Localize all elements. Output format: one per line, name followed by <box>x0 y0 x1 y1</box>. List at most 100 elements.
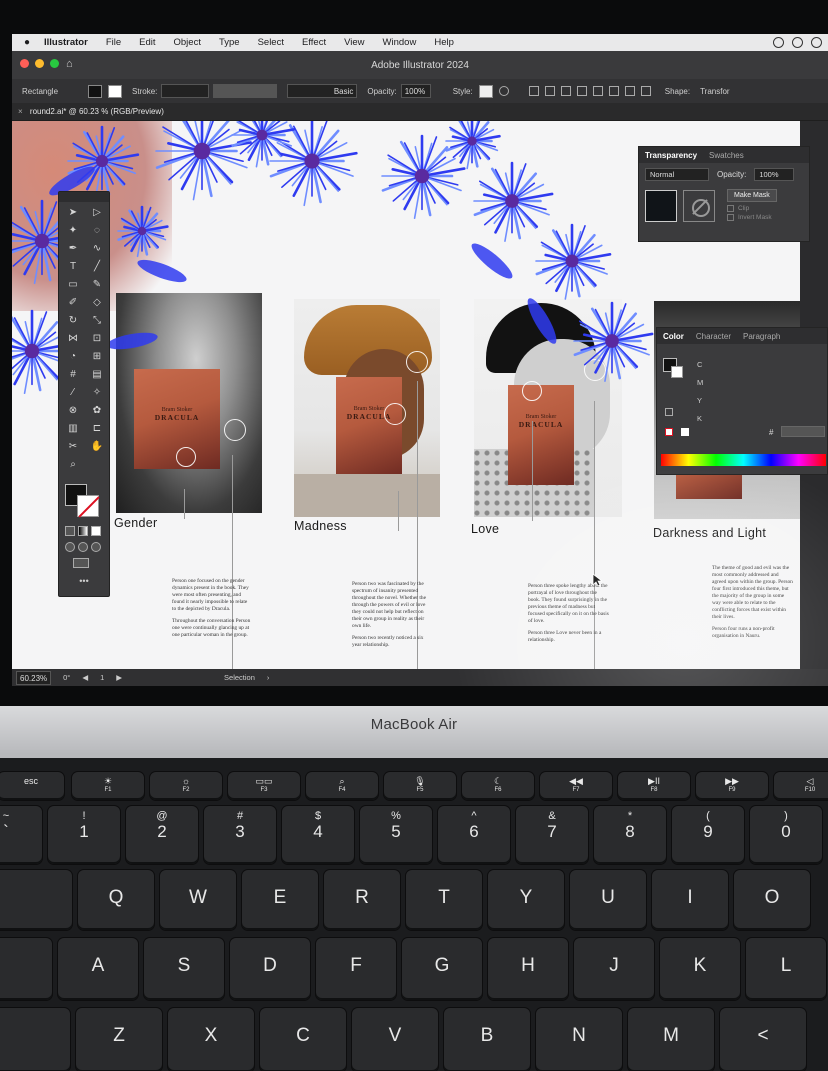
selection-tool-icon[interactable]: ➤ <box>63 205 83 221</box>
key-number-8[interactable]: * 8 <box>594 806 666 864</box>
key-caps-lock[interactable] <box>0 938 52 1000</box>
make-mask-button[interactable]: Make Mask <box>727 189 777 202</box>
align-center-icon[interactable] <box>560 86 571 96</box>
tab-character[interactable]: Character <box>696 332 731 341</box>
key-letter-g[interactable]: G <box>402 938 482 1000</box>
artboard-next-icon[interactable]: ▶ <box>116 673 122 682</box>
key-fn-7[interactable]: ◀◀ F7 <box>540 772 612 800</box>
key-letter-l[interactable]: L <box>746 938 826 1000</box>
column-graph-tool-icon[interactable]: ▥ <box>63 421 83 437</box>
menu-view[interactable]: View <box>335 37 373 48</box>
align-left-icon[interactable] <box>544 86 555 96</box>
tab-swatches[interactable]: Swatches <box>709 151 744 160</box>
lasso-tool-icon[interactable]: ◌ <box>87 223 107 239</box>
key-fn-4[interactable]: ⌕ F4 <box>306 772 378 800</box>
key-number-5[interactable]: % 5 <box>360 806 432 864</box>
status-menu-icon[interactable]: › <box>267 673 270 682</box>
key-number-4[interactable]: $4 <box>282 806 354 864</box>
draw-inside-icon[interactable] <box>91 542 101 552</box>
align-right-icon[interactable] <box>576 86 587 96</box>
artboard-prev-icon[interactable]: ◀ <box>82 673 88 682</box>
measure-tool-icon[interactable]: ✧ <box>87 385 107 401</box>
key-fn-1[interactable]: ☀ F1 <box>72 772 144 800</box>
menu-window[interactable]: Window <box>374 37 426 48</box>
color-panel-stroke-box[interactable] <box>671 366 683 378</box>
key-tab[interactable] <box>0 870 72 930</box>
key-letter-r[interactable]: R <box>324 870 400 930</box>
tab-transparency[interactable]: Transparency <box>645 151 697 160</box>
document-tab[interactable]: × round2.ai* @ 60.23 % (RGB/Preview) <box>12 103 828 121</box>
status-icon-1[interactable] <box>773 37 784 48</box>
menu-select[interactable]: Select <box>249 37 293 48</box>
eraser-tool-icon[interactable]: ◇ <box>87 295 107 311</box>
key-number-7[interactable]: & 7 <box>516 806 588 864</box>
caption-madness[interactable]: Madness <box>294 519 347 533</box>
align-middle-icon[interactable] <box>608 86 619 96</box>
menu-help[interactable]: Help <box>425 37 463 48</box>
mesh-tool-icon[interactable]: # <box>63 367 83 383</box>
none-swatch[interactable] <box>665 428 673 436</box>
shaper-tool-icon[interactable]: ✐ <box>63 295 83 311</box>
key-letter-1[interactable]: X <box>168 1008 254 1071</box>
key-fn-3[interactable]: ▭▭ F3 <box>228 772 300 800</box>
key-letter-d[interactable]: D <box>230 938 310 1000</box>
menu-effect[interactable]: Effect <box>293 37 335 48</box>
key-letter-5[interactable]: N <box>536 1008 622 1071</box>
gradient-mode-icon[interactable] <box>78 526 88 536</box>
key-number-6[interactable]: ^ 6 <box>438 806 510 864</box>
close-tab-icon[interactable]: × <box>18 107 23 116</box>
eyedropper-tool-icon[interactable]: ⁄ <box>63 385 83 401</box>
document-setup-icon[interactable] <box>528 86 539 96</box>
blend-mode-select[interactable]: Normal <box>645 168 709 181</box>
draw-behind-icon[interactable] <box>78 542 88 552</box>
stroke-weight-field[interactable] <box>161 84 210 98</box>
clip-checkbox[interactable]: Clip <box>727 205 777 212</box>
magic-wand-tool-icon[interactable]: ✦ <box>63 223 83 239</box>
gradient-tool-icon[interactable]: ▤ <box>87 367 107 383</box>
key-letter-o[interactable]: O <box>734 870 810 930</box>
status-icon-2[interactable] <box>792 37 803 48</box>
key-letter-q[interactable]: Q <box>78 870 154 930</box>
blend-tool-icon[interactable]: ⊗ <box>63 403 83 419</box>
menu-edit[interactable]: Edit <box>130 37 164 48</box>
status-icon-3[interactable] <box>811 37 822 48</box>
key-fn-10[interactable]: ◁ F10 <box>774 772 828 800</box>
key-fn-6[interactable]: ☾ F6 <box>462 772 534 800</box>
key-letter-3[interactable]: V <box>352 1008 438 1071</box>
align-top-icon[interactable] <box>592 86 603 96</box>
key-letter-6[interactable]: M <box>628 1008 714 1071</box>
key-fn-8[interactable]: ▶II F8 <box>618 772 690 800</box>
artboard-tool-icon[interactable]: ⊏ <box>87 421 107 437</box>
caption-love[interactable]: Love <box>471 522 499 536</box>
transparency-opacity-field[interactable]: 100% <box>754 168 795 181</box>
paragraph-gender[interactable]: Person one focused on the gender dynamic… <box>172 578 252 644</box>
line-tool-icon[interactable]: ╱ <box>87 259 107 275</box>
key-letter-j[interactable]: J <box>574 938 654 1000</box>
key-letter-u[interactable]: U <box>570 870 646 930</box>
symbol-sprayer-tool-icon[interactable]: ✿ <box>87 403 107 419</box>
key-letter-4[interactable]: B <box>444 1008 530 1071</box>
scale-tool-icon[interactable]: ⤡ <box>87 313 107 329</box>
key-letter-7[interactable]: < <box>720 1008 806 1071</box>
fill-swatch[interactable] <box>88 84 103 98</box>
menu-app-name[interactable]: Illustrator <box>42 37 97 48</box>
apple-menu-icon[interactable]: ● <box>12 37 42 48</box>
color-mode-icon[interactable] <box>65 526 75 536</box>
key-letter-t[interactable]: T <box>406 870 482 930</box>
none-mode-icon[interactable] <box>91 526 101 536</box>
hex-input[interactable] <box>781 426 825 437</box>
paragraph-love[interactable]: Person three spoke lengthy about the por… <box>528 583 610 649</box>
style-swatch[interactable] <box>478 84 493 98</box>
key-letter-y[interactable]: Y <box>488 870 564 930</box>
color-spectrum-bar[interactable] <box>661 454 826 466</box>
out-of-gamut-icon[interactable] <box>665 408 673 416</box>
key-letter-s[interactable]: S <box>144 938 224 1000</box>
key-letter-h[interactable]: H <box>488 938 568 1000</box>
caption-darkness-light[interactable]: Darkness and Light <box>653 526 766 540</box>
key-letter-f[interactable]: F <box>316 938 396 1000</box>
key-fn-0[interactable]: esc <box>0 772 64 800</box>
key-letter-a[interactable]: A <box>58 938 138 1000</box>
key-number-1[interactable]: ! 1 <box>48 806 120 864</box>
free-transform-tool-icon[interactable]: ⊡ <box>87 331 107 347</box>
brush-field[interactable]: Basic <box>287 84 358 98</box>
